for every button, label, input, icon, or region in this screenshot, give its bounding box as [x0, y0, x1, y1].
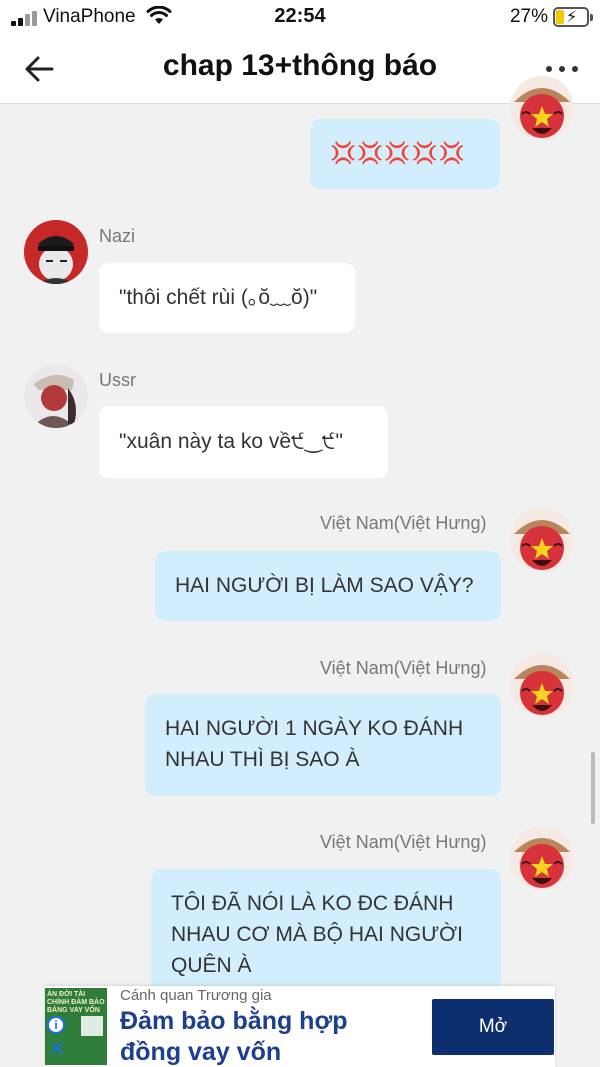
message-text-line: "thôi chết rùi (｡ŏ﹏ŏ)" [119, 286, 318, 309]
back-button[interactable] [22, 51, 58, 87]
arrow-left-icon [25, 56, 54, 82]
vietnam-avatar[interactable] [510, 826, 574, 890]
message-text-line: QUÊN À [171, 954, 252, 977]
outgoing-message-bubble[interactable]: HAI NGƯỜI BỊ LÀM SAO VẬY? [155, 551, 501, 621]
scrollbar-thumb[interactable] [591, 752, 595, 824]
message-text-line: HAI NGƯỜI BỊ LÀM SAO VẬY? [175, 574, 474, 597]
ad-open-button[interactable]: Mở [432, 999, 554, 1055]
ad-headline: Đảm bảo bằng hợp đồng vay vốn [120, 1007, 348, 1066]
incoming-message-bubble[interactable]: "xuân này ta ko về੯‿੯" [99, 406, 388, 478]
message-text-line: TÔI ĐÃ NÓI LÀ KO ĐC ĐÁNH [171, 892, 454, 915]
sender-name: Việt Nam(Việt Hưng) [320, 832, 487, 852]
vietnam-avatar[interactable] [510, 653, 574, 717]
message-text-line: HAI NGƯỜI 1 NGÀY KO ĐÁNH [165, 717, 464, 740]
vietnam-avatar[interactable] [510, 76, 574, 140]
sender-name: Việt Nam(Việt Hưng) [320, 658, 487, 678]
info-icon[interactable]: i [47, 1016, 65, 1034]
status-bar: VinaPhone 22:54 27% ⚡ [0, 0, 600, 34]
message-text-line: "xuân này ta ko về੯‿੯" [119, 430, 343, 453]
message-text-line: 💢💢💢💢💢 [330, 142, 466, 165]
ad-banner[interactable]: ẢN ĐỜI TÀI CHÍNH ĐẢM BẢO BẰNG VAY VỐN i … [45, 986, 555, 1067]
message-text-line: NHAU CƠ MÀ BỘ HAI NGƯỜI [171, 923, 463, 946]
more-horizontal-icon [546, 66, 552, 72]
outgoing-message-bubble[interactable]: HAI NGƯỜI 1 NGÀY KO ĐÁNH NHAU THÌ BỊ SAO … [145, 694, 501, 796]
outgoing-message-bubble[interactable]: TÔI ĐÃ NÓI LÀ KO ĐC ĐÁNH NHAU CƠ MÀ BỘ HA… [151, 869, 501, 1001]
carrier-name: VinaPhone [43, 6, 136, 27]
nazi-avatar[interactable] [24, 220, 88, 284]
outgoing-message-bubble[interactable]: 💢💢💢💢💢 [310, 119, 500, 189]
vietnam-avatar[interactable] [510, 508, 574, 572]
sender-name: Nazi [99, 226, 136, 246]
page-title: chap 13+thông báo [162, 49, 438, 82]
signal-icon [11, 10, 37, 26]
battery-percent: 27% [509, 6, 548, 27]
ussr-avatar[interactable] [24, 364, 88, 428]
top-navigation-bar: chap 13+thông báo [0, 34, 600, 104]
more-options-button[interactable] [546, 64, 578, 74]
battery-charging-icon: ⚡ [553, 7, 593, 27]
sender-name: Việt Nam(Việt Hưng) [320, 513, 487, 533]
ad-source: Cánh quan Trương gia [120, 987, 272, 1004]
wifi-icon [146, 5, 172, 31]
sender-name: Ussr [99, 370, 136, 390]
close-icon[interactable]: ✕ [48, 1039, 66, 1060]
message-text-line: NHAU THÌ BỊ SAO À [165, 748, 360, 771]
incoming-message-bubble[interactable]: "thôi chết rùi (｡ŏ﹏ŏ)" [99, 263, 355, 333]
